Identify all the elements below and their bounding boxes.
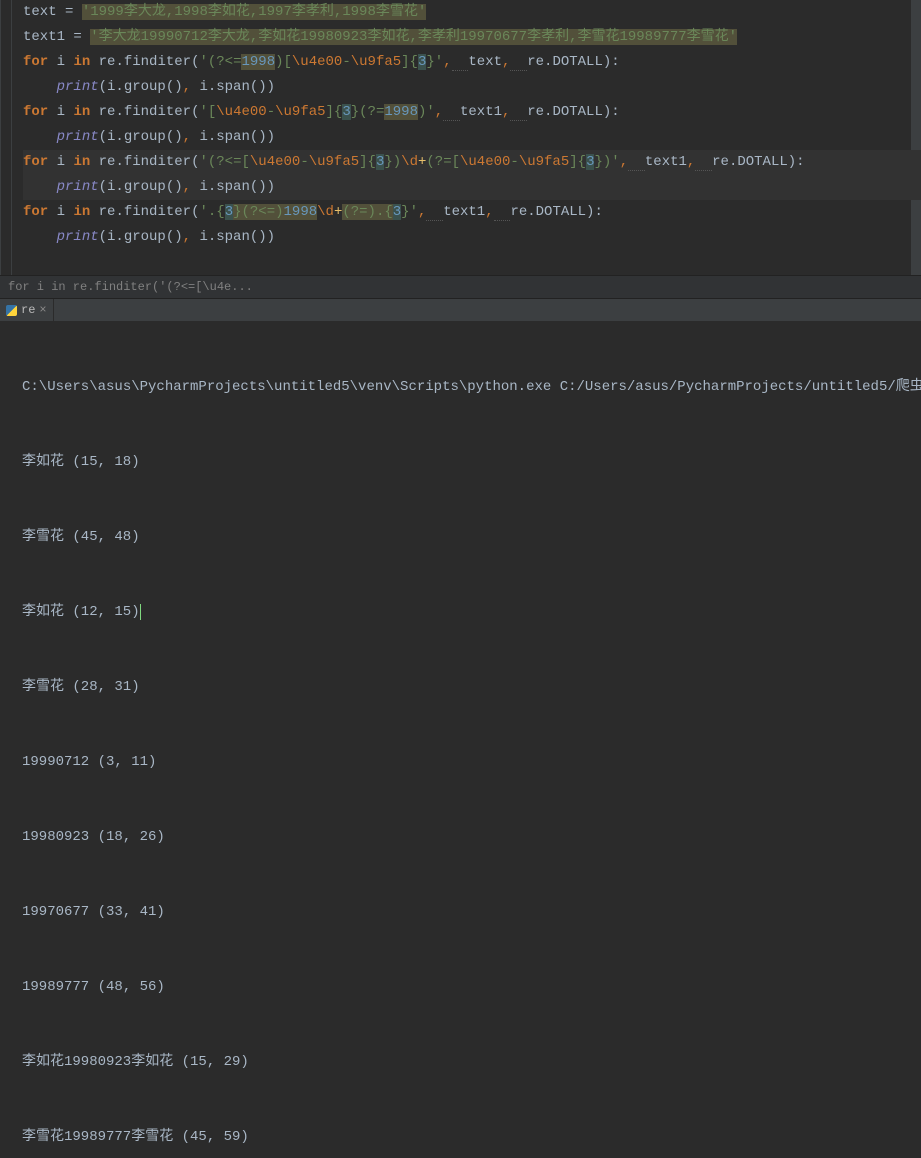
string-literal: '李大龙19990712李大龙,李如花19980923李如花,李孝利199706… xyxy=(90,29,737,45)
console-output-line: 李如花 (15, 18) xyxy=(22,450,913,475)
console-output-line: 李如花19980923李如花 (15, 29) xyxy=(22,1050,913,1075)
console-output-line: 李如花 (12, 15) xyxy=(22,600,913,625)
python-file-icon xyxy=(6,305,17,316)
builtin-print: print xyxy=(57,79,99,95)
code-line[interactable]: print(i.group(), i.span()) xyxy=(23,75,921,100)
variable-name: text1 xyxy=(23,29,65,45)
close-icon[interactable]: × xyxy=(39,303,46,317)
code-line[interactable]: for i in re.finditer('(?<=1998)[\u4e00-\… xyxy=(23,50,921,75)
code-line[interactable]: print(i.group(), i.span()) xyxy=(23,125,921,150)
string-literal: '1999李大龙,1998李如花,1997李孝利,1998李雪花' xyxy=(82,4,426,20)
tab-label: re xyxy=(21,303,35,317)
code-line[interactable]: print(i.group(), i.span()) xyxy=(23,225,921,250)
variable-name: text xyxy=(23,4,57,20)
keyword-for: for xyxy=(23,54,48,70)
code-editor[interactable]: text = '1999李大龙,1998李如花,1997李孝利,1998李雪花'… xyxy=(0,0,921,275)
code-line[interactable]: text = '1999李大龙,1998李如花,1997李孝利,1998李雪花' xyxy=(23,0,921,25)
console-output-line: 李雪花19989777李雪花 (45, 59) xyxy=(22,1125,913,1150)
console-output-line: 19990712 (3, 11) xyxy=(22,750,913,775)
console-output-line: 19989777 (48, 56) xyxy=(22,975,913,1000)
keyword-in: in xyxy=(73,54,90,70)
editor-gutter xyxy=(11,0,12,275)
breadcrumb-text: for i in re.finditer('(?<=[\u4e... xyxy=(8,280,253,294)
code-line-empty[interactable] xyxy=(23,250,921,275)
console-exec-path: C:\Users\asus\PycharmProjects\untitled5\… xyxy=(22,375,913,400)
console-output-line: 19980923 (18, 26) xyxy=(22,825,913,850)
text-cursor xyxy=(140,604,141,620)
code-line[interactable]: for i in re.finditer('.{3}(?<=)1998\d+(?… xyxy=(23,200,921,225)
console-output-line: 19970677 (33, 41) xyxy=(22,900,913,925)
code-line[interactable]: text1 = '李大龙19990712李大龙,李如花19980923李如花,李… xyxy=(23,25,921,50)
code-line-active[interactable]: for i in re.finditer('(?<=[\u4e00-\u9fa5… xyxy=(23,150,921,175)
run-tab-bar: re × xyxy=(0,299,921,321)
code-line[interactable]: print(i.group(), i.span()) xyxy=(23,175,921,200)
console-output-line: 李雪花 (28, 31) xyxy=(22,675,913,700)
console-output-line: 李雪花 (45, 48) xyxy=(22,525,913,550)
breadcrumb[interactable]: for i in re.finditer('(?<=[\u4e... xyxy=(0,275,921,299)
run-tab-re[interactable]: re × xyxy=(0,299,54,321)
run-console[interactable]: C:\Users\asus\PycharmProjects\untitled5\… xyxy=(0,321,921,1158)
code-line[interactable]: for i in re.finditer('[\u4e00-\u9fa5]{3}… xyxy=(23,100,921,125)
